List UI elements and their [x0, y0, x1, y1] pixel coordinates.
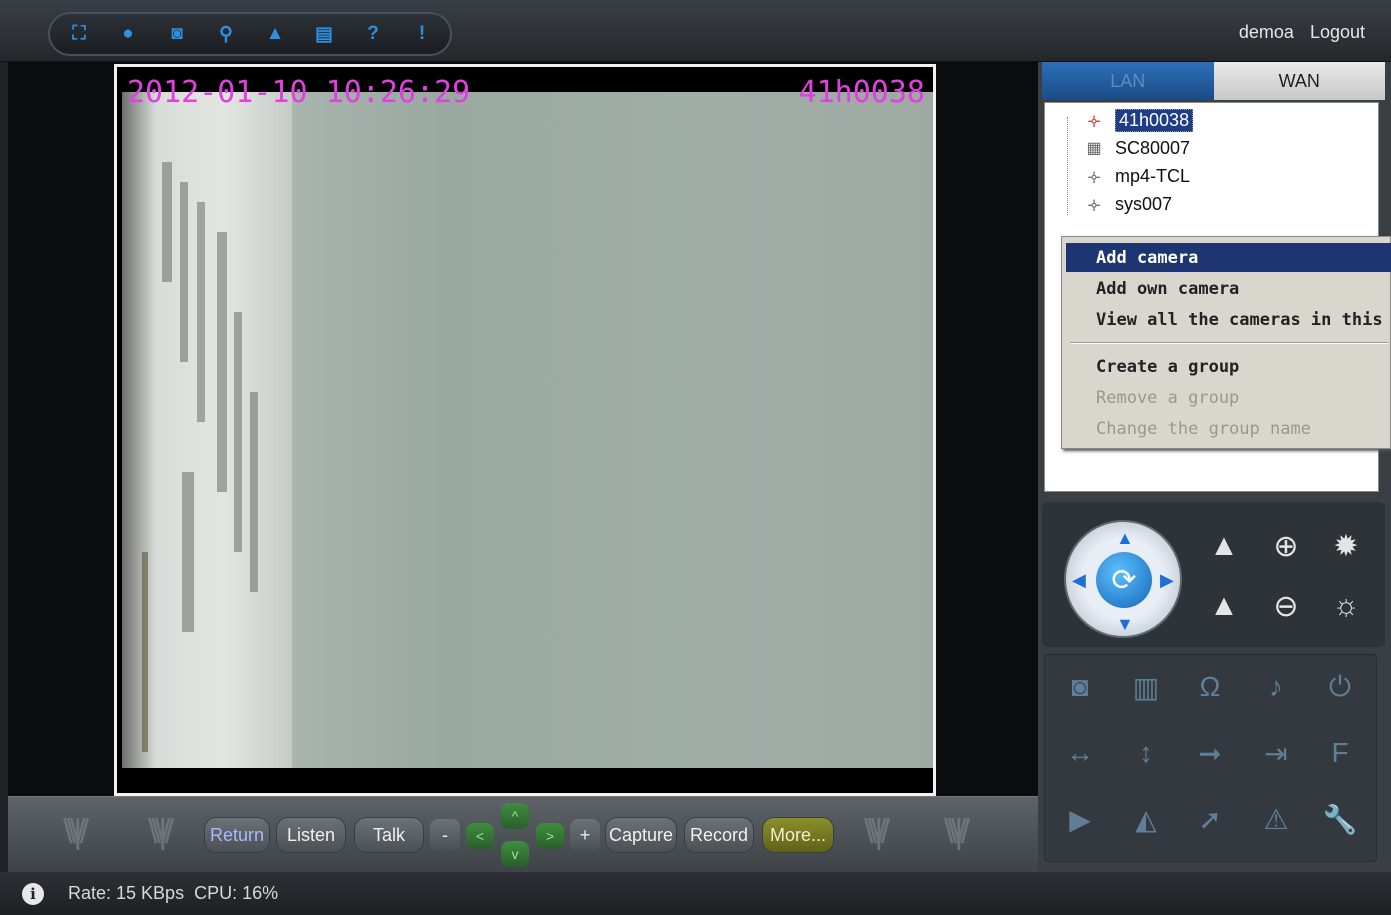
auto-rotate-icon[interactable]: ⟳ — [1096, 552, 1152, 608]
tree-item-label: mp4-TCL — [1115, 165, 1191, 186]
pan-left-button[interactable]: < — [466, 823, 494, 849]
video-frame[interactable]: 2012-01-10 10:26:29 41h0038 — [114, 64, 936, 796]
menu-item-add-camera[interactable]: Add camera — [1066, 243, 1391, 272]
zoom-minus-button[interactable]: - — [430, 819, 460, 851]
joystick-down-arrow[interactable]: ▼ — [1116, 614, 1134, 635]
username: demoa — [1238, 22, 1294, 42]
save-icon[interactable]: ▤ — [305, 18, 343, 50]
tree-item-label: 41h0038 — [1115, 108, 1194, 132]
horizontal-flip-icon[interactable]: ↔ — [1055, 729, 1105, 777]
camera-icon[interactable]: ◙ — [158, 18, 196, 50]
warning-icon[interactable]: ⚠ — [1251, 795, 1301, 843]
menu-item-create-group[interactable]: Create a group — [1066, 352, 1391, 381]
capture-button[interactable]: Capture — [605, 817, 677, 853]
menu-item-change-group-name: Change the group name — [1096, 418, 1311, 439]
rate-readout: Rate: 15 KBps — [68, 883, 185, 903]
brightness-down-icon[interactable]: ☼ — [1322, 582, 1370, 630]
login-icon[interactable]: ⇥ — [1251, 729, 1301, 777]
grass-decoration: \\\|// — [944, 813, 970, 851]
grass-decoration: \\\|// — [864, 813, 890, 851]
playback-control-bar: \\\|// \\\|// \\\|// \\\|// Return Liste… — [8, 796, 1038, 872]
cpu-readout: CPU: 16% — [194, 883, 279, 903]
headphones-icon[interactable]: Ω — [1185, 663, 1235, 711]
grass-decoration: \\\|// — [148, 813, 174, 851]
tilt-up-button[interactable]: ^ — [501, 803, 529, 829]
record-icon[interactable]: ● — [109, 18, 147, 50]
joystick-up-arrow[interactable]: ▲ — [1116, 528, 1134, 549]
zoom-plus-button[interactable]: + — [570, 819, 600, 851]
tree-item-41h0038[interactable]: 🝊 41h0038 — [1081, 107, 1194, 133]
ptz-panel: ▲ ▼ ◀ ▶ ⟳ ▲ ⊕ ✹ ▲ ⊖ ☼ — [1042, 502, 1385, 647]
menu-item-view-all-cameras[interactable]: View all the cameras in this — [1066, 305, 1391, 334]
focus-out-icon[interactable]: ▲ — [1200, 582, 1248, 630]
user-area: demoa Logout — [1239, 22, 1365, 43]
play-icon[interactable]: ▶ — [1055, 795, 1105, 843]
tilt-down-button[interactable]: v — [501, 841, 529, 867]
zoom-in-icon[interactable]: ⊕ — [1262, 522, 1310, 570]
wrench-icon[interactable]: 🔧 — [1315, 795, 1365, 843]
grass-decoration: \\\|// — [63, 813, 89, 851]
tree-item-label: SC80007 — [1115, 137, 1191, 158]
talk-button[interactable]: Talk — [354, 817, 424, 853]
return-button[interactable]: Return — [204, 817, 270, 853]
network-camera-icon: ▦ — [1086, 140, 1102, 157]
pan-right-button[interactable]: > — [536, 823, 564, 849]
zoom-out-icon[interactable]: ⊖ — [1262, 582, 1310, 630]
more-button[interactable]: More... — [762, 817, 834, 853]
network-tabs: LAN WAN — [1042, 62, 1385, 100]
video-feed — [122, 92, 933, 768]
tree-item-mp4-tcl[interactable]: 🝊 mp4-TCL — [1081, 163, 1190, 189]
function-grid: ◙ ▥ Ω ♪ ⏻ ↔ ↕ ➞ ⇥ F ▶ ◭ ➚ ⚠ 🔧 — [1044, 654, 1377, 862]
context-menu: Add camera Add own camera View all the c… — [1061, 236, 1391, 449]
tool-button-group: ⛶ ● ◙ ⚲ ▲ ▤ ? ! — [48, 12, 452, 56]
status-text: Rate: 15 KBps CPU: 16% — [68, 883, 278, 904]
joystick-right-arrow[interactable]: ▶ — [1160, 570, 1174, 591]
snapshot-icon[interactable]: ◙ — [1055, 663, 1105, 711]
logout-link[interactable]: Logout — [1310, 22, 1365, 43]
menu-item-remove-group: Remove a group — [1096, 387, 1240, 408]
camera-icon: 🝊 — [1087, 169, 1101, 187]
joystick-left-arrow[interactable]: ◀ — [1072, 570, 1086, 591]
camera-icon: 🝊 — [1087, 113, 1101, 131]
microphone-icon[interactable]: ♪ — [1251, 663, 1301, 711]
menu-item-add-own-camera[interactable]: Add own camera — [1066, 274, 1391, 303]
paper-document-in-view — [122, 92, 292, 768]
fullscreen-icon[interactable]: ⛶ — [60, 18, 98, 50]
move-right-icon[interactable]: ➞ — [1185, 729, 1235, 777]
trend-icon[interactable]: ➚ — [1185, 795, 1235, 843]
brightness-up-icon[interactable]: ✹ — [1322, 522, 1370, 570]
osd-camera-id: 41h0038 — [798, 75, 925, 110]
mirror-icon[interactable]: ◭ — [1121, 795, 1171, 843]
tree-connector — [1067, 117, 1068, 215]
lock-icon[interactable]: ▲ — [256, 18, 294, 50]
tab-lan[interactable]: LAN — [1042, 62, 1214, 100]
top-toolbar: ⛶ ● ◙ ⚲ ▲ ▤ ? ! demoa Logout — [0, 0, 1391, 62]
status-bar: i Rate: 15 KBps CPU: 16% — [0, 872, 1391, 915]
tree-item-sys007[interactable]: 🝊 sys007 — [1081, 191, 1172, 217]
help-icon[interactable]: ? — [354, 18, 392, 50]
about-icon[interactable]: ! — [403, 18, 441, 50]
clapper-icon[interactable]: ▥ — [1121, 663, 1171, 711]
osd-timestamp: 2012-01-10 10:26:29 — [127, 75, 471, 110]
f-icon[interactable]: F — [1315, 729, 1365, 777]
info-icon: i — [22, 882, 44, 905]
ptz-joystick[interactable]: ▲ ▼ ◀ ▶ ⟳ — [1064, 520, 1182, 638]
camera-icon: 🝊 — [1087, 197, 1101, 215]
search-icon[interactable]: ⚲ — [207, 18, 245, 50]
vertical-flip-icon[interactable]: ↕ — [1121, 729, 1171, 777]
focus-in-icon[interactable]: ▲ — [1200, 522, 1248, 570]
tree-item-sc80007[interactable]: ▦ SC80007 — [1081, 135, 1190, 161]
menu-separator — [1070, 342, 1388, 344]
tab-wan[interactable]: WAN — [1213, 62, 1385, 100]
video-area: 2012-01-10 10:26:29 41h0038 — [8, 62, 1038, 796]
tree-item-label: sys007 — [1115, 193, 1173, 214]
power-icon[interactable]: ⏻ — [1315, 663, 1365, 711]
listen-button[interactable]: Listen — [276, 817, 346, 853]
right-panel: LAN WAN 🝊 41h0038 ▦ SC80007 🝊 mp4-TCL 🝊 … — [1038, 62, 1391, 872]
record-button[interactable]: Record — [684, 817, 754, 853]
